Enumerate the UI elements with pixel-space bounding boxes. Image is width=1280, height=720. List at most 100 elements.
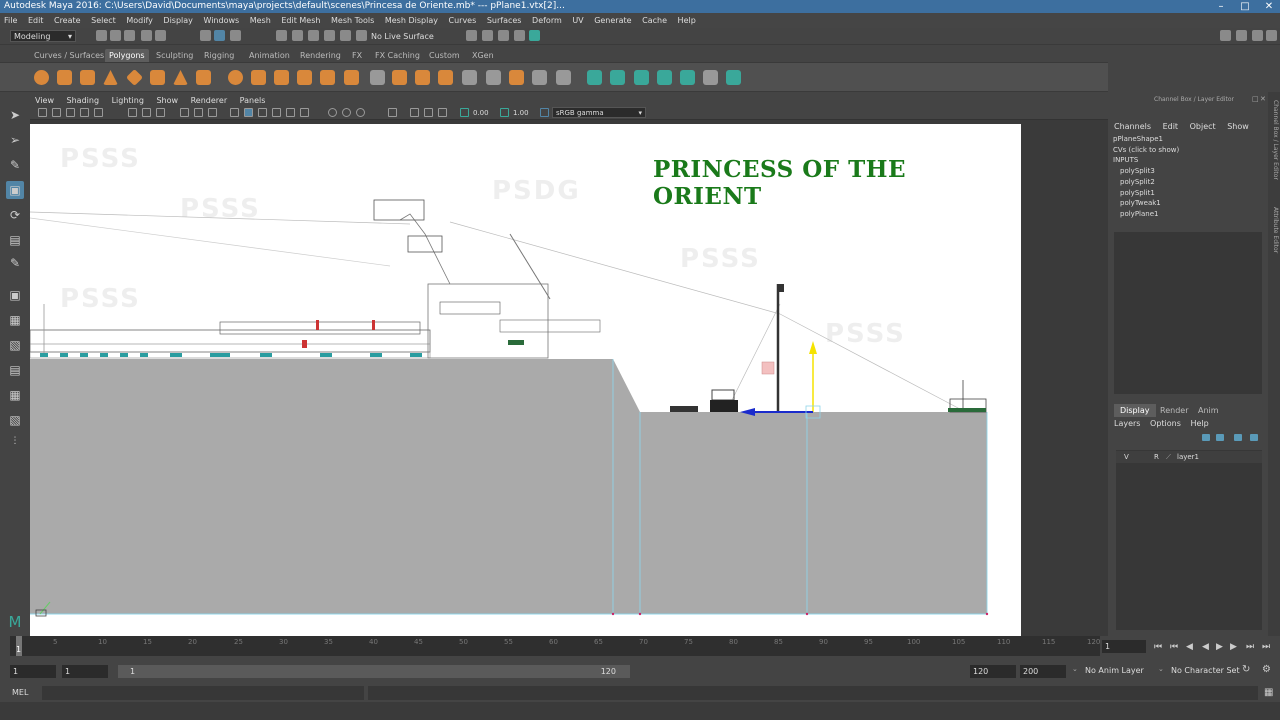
film-gate-icon[interactable] — [142, 108, 151, 117]
open-scene-icon[interactable] — [110, 30, 121, 41]
input-node[interactable]: polySplit1 — [1113, 188, 1263, 199]
save-scene-icon[interactable] — [124, 30, 135, 41]
shelf-tab-fx-caching[interactable]: FX Caching — [371, 49, 424, 62]
layer-menu-options[interactable]: Options — [1150, 419, 1181, 428]
layout-icon[interactable] — [1236, 30, 1247, 41]
extract-icon[interactable] — [274, 70, 289, 85]
select-mask-icon[interactable] — [230, 30, 241, 41]
cb-menu-channels[interactable]: Channels — [1114, 122, 1151, 131]
input-node[interactable]: polyPlane1 — [1113, 209, 1263, 220]
input-node[interactable]: polyTweak1 — [1113, 198, 1263, 209]
more-icon[interactable]: ⋮ — [6, 432, 24, 450]
live-surface-label[interactable]: No Live Surface — [371, 30, 434, 43]
menu-windows[interactable]: Windows — [199, 13, 243, 28]
render-settings-icon[interactable] — [514, 30, 525, 41]
fill-hole-icon[interactable] — [438, 70, 453, 85]
preferences-icon[interactable]: ⚙ — [1262, 664, 1271, 675]
play-forward-icon[interactable]: ▶ — [1216, 642, 1223, 652]
menu-uv[interactable]: UV — [568, 13, 587, 28]
uv-spherical-icon[interactable] — [634, 70, 649, 85]
shelf-tab-rendering[interactable]: Rendering — [296, 49, 345, 62]
layer-visibility-toggle[interactable]: V — [1124, 451, 1129, 463]
multi-cut-icon[interactable] — [462, 70, 477, 85]
layer-tab-render[interactable]: Render — [1154, 404, 1194, 417]
bridge-icon[interactable] — [392, 70, 407, 85]
playback-end-field[interactable]: 120 — [970, 665, 1016, 678]
mel-label[interactable]: MEL — [12, 686, 42, 700]
persp-graph-icon[interactable]: ▧ — [6, 336, 24, 354]
time-slider[interactable]: 1 5 10 15 20 25 30 35 40 45 50 55 60 65 … — [0, 636, 1280, 660]
viewport[interactable]: PSSS PSSS PSDG PSSS PSSS PSSS PRINCESS O… — [30, 120, 1108, 636]
shelf-tab-custom[interactable]: Custom — [425, 49, 464, 62]
menu-modify[interactable]: Modify — [122, 13, 157, 28]
move-tool-icon[interactable]: ▣ — [6, 181, 24, 199]
shelf-tab-rigging[interactable]: Rigging — [200, 49, 238, 62]
field-chart-icon[interactable] — [194, 108, 203, 117]
layer-menu-layers[interactable]: Layers — [1114, 419, 1140, 428]
panel-menu-view[interactable]: View — [30, 95, 59, 106]
poly-sphere-icon[interactable] — [34, 70, 49, 85]
panel-menu-panels[interactable]: Panels — [235, 95, 271, 106]
play-backward-icon[interactable]: ◀ — [1202, 642, 1209, 652]
color-space-dropdown[interactable]: sRGB gamma ▾ — [552, 107, 646, 118]
animation-end-field[interactable]: 200 — [1020, 665, 1066, 678]
uv-editor-icon[interactable] — [680, 70, 695, 85]
render-view-icon[interactable] — [466, 30, 477, 41]
panel-menu-shading[interactable]: Shading — [62, 95, 105, 106]
image-plane-icon[interactable] — [80, 108, 89, 117]
menu-deform[interactable]: Deform — [528, 13, 566, 28]
playback-start-field[interactable]: 1 — [62, 665, 108, 678]
single-view-icon[interactable]: ▣ — [6, 286, 24, 304]
resolution-gate-icon[interactable] — [156, 108, 165, 117]
panel-menu-show[interactable]: Show — [151, 95, 183, 106]
uv-cut-icon[interactable] — [726, 70, 741, 85]
new-layer-icon[interactable] — [1234, 434, 1242, 441]
time-ruler[interactable]: 1 5 10 15 20 25 30 35 40 45 50 55 60 65 … — [10, 636, 1100, 656]
menu-cache[interactable]: Cache — [638, 13, 671, 28]
gamma-icon[interactable] — [500, 108, 509, 117]
menu-edit-mesh[interactable]: Edit Mesh — [277, 13, 324, 28]
2d-pan-icon[interactable] — [94, 108, 103, 117]
bookmarks-icon[interactable] — [66, 108, 75, 117]
poly-cylinder-icon[interactable] — [80, 70, 95, 85]
panel-menu-lighting[interactable]: Lighting — [107, 95, 149, 106]
smooth-shade-icon[interactable] — [244, 108, 253, 117]
snap-curve-icon[interactable] — [292, 30, 303, 41]
snap-projected-icon[interactable] — [324, 30, 335, 41]
new-scene-icon[interactable] — [96, 30, 107, 41]
xray-icon[interactable] — [410, 108, 419, 117]
auto-key-icon[interactable]: ↻ — [1242, 664, 1250, 675]
lights-icon[interactable] — [286, 108, 295, 117]
outliner-icon[interactable]: ▦ — [6, 386, 24, 404]
color-management-icon[interactable] — [540, 108, 549, 117]
ambient-occlusion-icon[interactable] — [328, 108, 337, 117]
target-weld-icon[interactable] — [532, 70, 547, 85]
shelf-tab-curves-surfaces[interactable]: Curves / Surfaces — [30, 49, 108, 62]
current-frame-field[interactable]: 1 — [1102, 640, 1146, 653]
menu-curves[interactable]: Curves — [445, 13, 481, 28]
menu-generate[interactable]: Generate — [590, 13, 635, 28]
extrude-icon[interactable] — [370, 70, 385, 85]
go-to-start-icon[interactable]: ⏮ — [1154, 642, 1162, 652]
move-layer-up-icon[interactable] — [1202, 434, 1210, 441]
panel-menu-renderer[interactable]: Renderer — [186, 95, 233, 106]
insert-edge-loop-icon[interactable] — [486, 70, 501, 85]
layer-row[interactable]: V R ⟋ layer1 — [1116, 451, 1262, 463]
close-icon[interactable]: ✕ — [1258, 0, 1280, 13]
render-frame-icon[interactable] — [482, 30, 493, 41]
anim-layer-dropdown[interactable]: No Anim Layer — [1085, 666, 1144, 675]
tab-attribute-editor[interactable]: Attribute Editor — [1269, 207, 1279, 253]
rotate-tool-icon[interactable]: ⟳ — [6, 206, 24, 224]
textured-icon[interactable] — [272, 108, 281, 117]
menu-edit[interactable]: Edit — [24, 13, 48, 28]
input-node[interactable]: polySplit3 — [1113, 166, 1263, 177]
select-hierarchy-icon[interactable] — [200, 30, 211, 41]
xray-components-icon[interactable] — [438, 108, 447, 117]
character-set-dropdown[interactable]: No Character Set — [1171, 666, 1240, 675]
scale-tool-icon[interactable]: ▤ — [6, 231, 24, 249]
select-component-icon[interactable] — [214, 30, 225, 41]
wireframe-on-shaded-icon[interactable] — [258, 108, 267, 117]
node-name[interactable]: pPlaneShape1 — [1113, 134, 1263, 145]
menu-display[interactable]: Display — [159, 13, 197, 28]
uv-cylindrical-icon[interactable] — [610, 70, 625, 85]
